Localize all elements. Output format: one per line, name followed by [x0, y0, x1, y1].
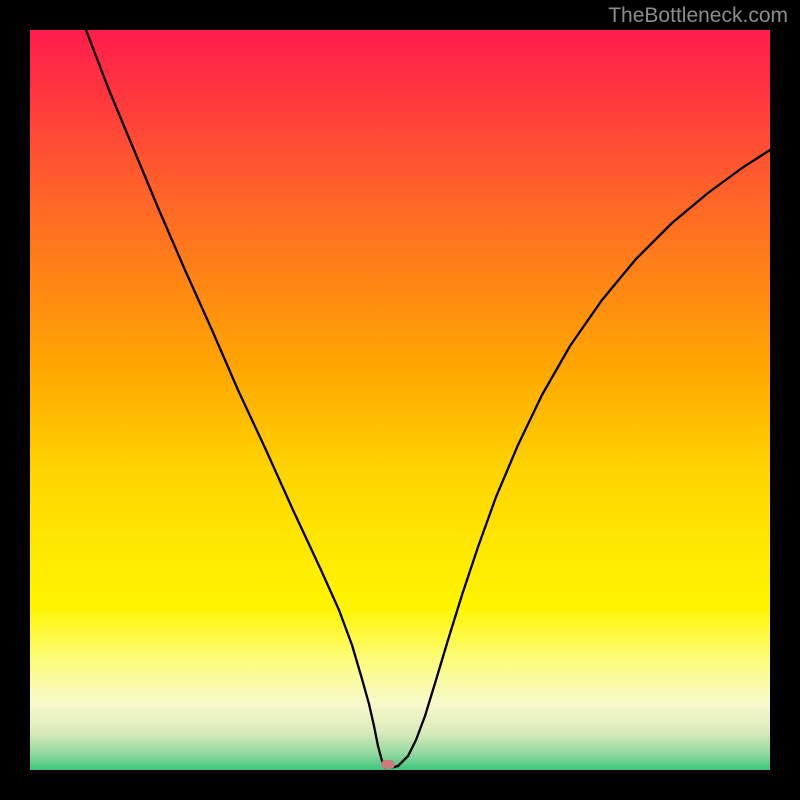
minimum-marker [381, 760, 395, 769]
plot-area [30, 30, 770, 770]
watermark-label: TheBottleneck.com [608, 4, 788, 28]
bottleneck-curve [30, 30, 770, 770]
chart-frame: TheBottleneck.com [0, 0, 800, 800]
